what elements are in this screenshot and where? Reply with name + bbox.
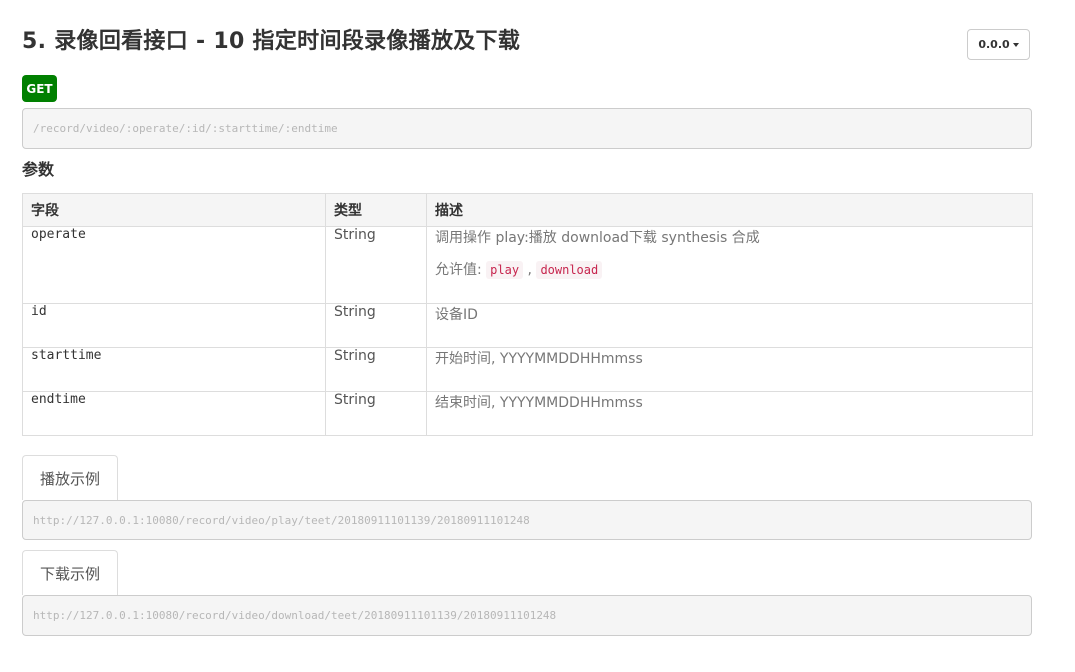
download-example-url: http://127.0.0.1:10080/record/video/down… [33,609,557,622]
param-field-cell: operate [22,226,326,304]
page-title: 5. 录像回看接口 - 10 指定时间段录像播放及下载 [22,29,521,54]
table-row: endtime String 结束时间, YYYYMMDDHHmmss [22,391,1033,436]
param-description-cell: 调用操作 play:播放 download下载 synthesis 合成 允许值… [426,226,1033,304]
params-table: 字段 类型 描述 operate String 调用操作 play:播放 dow… [22,193,1033,436]
param-description-cell: 结束时间, YYYYMMDDHHmmss [426,391,1033,436]
allowed-value: download [536,261,603,279]
endpoint-path-box: /record/video/:operate/:id/:starttime/:e… [22,108,1032,149]
tab-play-example[interactable]: 播放示例 [22,455,118,500]
allowed-value: play [486,261,524,279]
allowed-values: 允许值: play , download [435,259,1024,279]
param-description-cell: 开始时间, YYYYMMDDHHmmss [426,347,1033,392]
version-dropdown-button[interactable]: 0.0.0 [967,29,1030,60]
endpoint-path: /record/video/:operate/:id/:starttime/:e… [33,122,338,135]
column-header-type: 类型 [325,193,427,227]
param-type-cell: String [325,226,427,304]
table-row: id String 设备ID [22,303,1033,348]
param-field-cell: starttime [22,347,326,392]
caret-down-icon [1012,42,1019,47]
table-header-row: 字段 类型 描述 [22,193,1033,227]
allowed-values-separator: , [527,262,532,278]
column-header-field: 字段 [22,193,326,227]
http-method-badge: GET [22,75,57,102]
table-row: starttime String 开始时间, YYYYMMDDHHmmss [22,347,1033,392]
param-field-cell: id [22,303,326,348]
param-type-cell: String [325,303,427,348]
param-type-cell: String [325,347,427,392]
column-header-description: 描述 [426,193,1033,227]
param-field-cell: endtime [22,391,326,436]
params-section-title: 参数 [22,160,55,179]
param-type-cell: String [325,391,427,436]
table-row: operate String 调用操作 play:播放 download下载 s… [22,226,1033,304]
tab-download-example[interactable]: 下载示例 [22,550,118,595]
param-description: 调用操作 play:播放 download下载 synthesis 合成 [435,230,760,246]
play-example-url-box: http://127.0.0.1:10080/record/video/play… [22,500,1032,540]
version-label: 0.0.0 [978,38,1010,51]
allowed-values-label: 允许值: [435,262,482,278]
param-description-cell: 设备ID [426,303,1033,348]
download-example-url-box: http://127.0.0.1:10080/record/video/down… [22,595,1032,636]
play-example-url: http://127.0.0.1:10080/record/video/play… [33,513,530,527]
